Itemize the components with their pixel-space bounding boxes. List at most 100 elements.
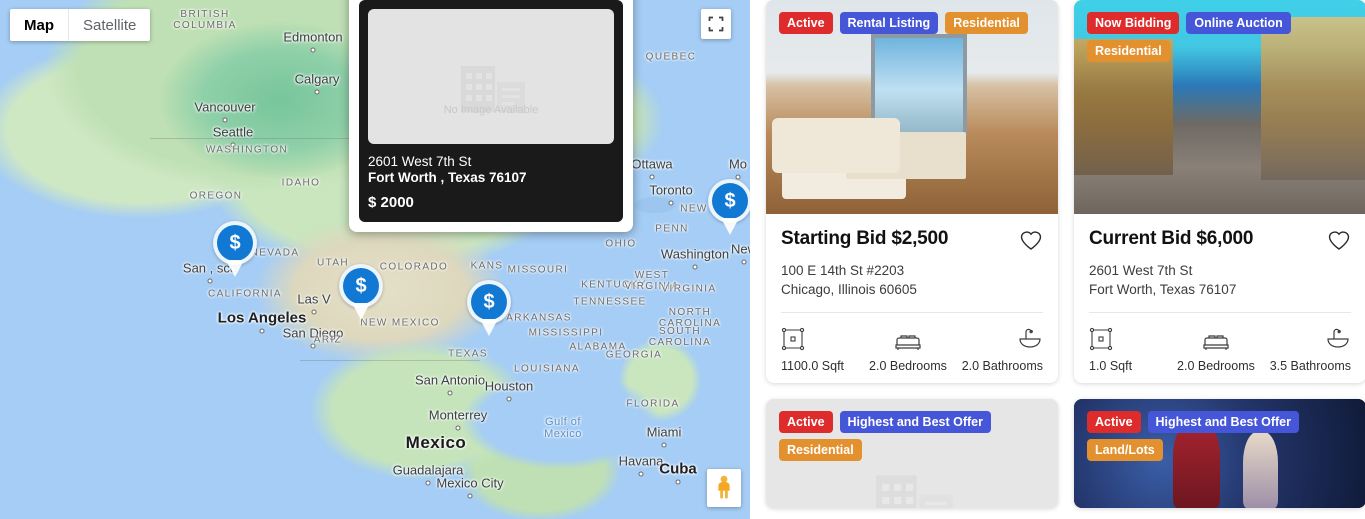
popup-close-icon[interactable] <box>603 0 625 2</box>
map-city-dot <box>506 396 512 402</box>
listing-badges: Active Highest and Best Offer Residential <box>779 411 1045 462</box>
listing-price: Starting Bid $2,500 <box>781 228 949 249</box>
listing-photo[interactable]: Now Bidding Online Auction Residential <box>1074 0 1365 214</box>
fullscreen-icon[interactable] <box>701 9 731 39</box>
listing-details: Starting Bid $2,500 100 E 14th St #2203 Ch… <box>766 214 1058 383</box>
listing-feature-label: 2.0 Bathrooms <box>961 359 1043 374</box>
heart-icon[interactable] <box>1019 229 1043 256</box>
map-city-dot <box>467 493 473 499</box>
map-price-marker-4[interactable]: $ <box>708 179 750 223</box>
map-city-dot <box>310 343 316 349</box>
listing-price-row: Starting Bid $2,500 <box>781 228 1043 256</box>
map-pane[interactable]: BRITISH COLUMBIA Edmonton Calgary Vancouver S… <box>0 0 750 519</box>
bath-icon <box>1017 325 1043 351</box>
map-city-dot <box>259 328 265 334</box>
listing-card[interactable]: Now Bidding Online Auction Residential Curr… <box>1074 0 1365 384</box>
listing-badges: Active Highest and Best Offer Land/Lots <box>1087 411 1353 462</box>
popup-price: $ 2000 <box>368 194 414 211</box>
listing-price: Current Bid $6,000 <box>1089 228 1254 249</box>
map-city-dot <box>207 278 213 284</box>
popup-no-image-text: No Image Available <box>443 104 539 116</box>
map-city-dot <box>455 425 461 431</box>
map-city-dot <box>447 390 453 396</box>
no-image-building-icon <box>857 465 967 509</box>
listing-features: 1.0 Sqft 2.0 Bedrooms 3.5 Bathrooms <box>1089 325 1351 373</box>
map-info-popup[interactable]: ACTIVE <box>349 0 633 232</box>
listing-card[interactable]: Active Highest and Best Offer Residential <box>766 399 1058 509</box>
map-city-dot <box>741 259 747 265</box>
popup-property-card: No Image Available 2601 West 7th St Fort… <box>359 0 623 222</box>
listing-badge: Active <box>1087 411 1141 434</box>
bath-icon <box>1325 325 1351 351</box>
map-price-marker-1[interactable]: $ <box>213 221 257 265</box>
area-icon <box>1089 325 1113 351</box>
listing-badge: Residential <box>945 12 1028 34</box>
map-city-dot <box>314 89 320 95</box>
listing-feature: 1.0 Sqft <box>1089 325 1170 373</box>
listing-grid: Active Rental Listing Residential Starting … <box>750 0 1365 509</box>
popup-address-line1: 2601 West 7th St <box>368 154 472 169</box>
heart-icon[interactable] <box>1327 229 1351 256</box>
listing-card[interactable]: Active Highest and Best Offer Land/Lots <box>1074 399 1365 509</box>
listings-map-page: BRITISH COLUMBIA Edmonton Calgary Vancouver S… <box>0 0 1365 519</box>
listings-pane: Active Rental Listing Residential Starting … <box>750 0 1365 519</box>
map-city-dot <box>735 174 741 180</box>
listing-feature: 2.0 Bathrooms <box>954 325 1043 373</box>
listing-divider <box>781 312 1043 314</box>
listing-address: 2601 West 7th St Fort Worth, Texas 76107 <box>1089 263 1237 297</box>
listing-details: Current Bid $6,000 2601 West 7th St Fort W… <box>1074 214 1365 383</box>
listing-photo[interactable]: Active Highest and Best Offer Land/Lots <box>1074 399 1365 509</box>
listing-badge: Land/Lots <box>1087 439 1163 462</box>
bed-icon <box>894 325 922 351</box>
map-type-map-button[interactable]: Map <box>10 9 69 41</box>
map-type-control[interactable]: Map Satellite <box>10 9 151 41</box>
map-city-dot <box>222 117 228 123</box>
map-city-dot <box>310 47 316 53</box>
listing-badge: Highest and Best Offer <box>1147 411 1299 434</box>
listing-feature: 2.0 Bedrooms <box>862 325 955 373</box>
bed-icon <box>1202 325 1230 351</box>
listing-badge: Active <box>779 12 833 34</box>
listing-feature-label: 1.0 Sqft <box>1089 359 1133 374</box>
popup-address-line2: Fort Worth , Texas 76107 <box>368 170 527 185</box>
listing-badge: Active <box>779 411 833 434</box>
map-price-marker-3[interactable]: $ <box>467 280 511 324</box>
map-city-dot <box>425 480 431 486</box>
listing-feature-label: 2.0 Bedrooms <box>869 359 947 374</box>
listing-feature-label: 3.5 Bathrooms <box>1269 359 1351 374</box>
listing-address: 100 E 14th St #2203 Chicago, Illinois 606… <box>781 263 917 297</box>
map-city-dot <box>311 309 317 315</box>
listing-badges: Active Rental Listing Residential <box>779 12 1045 34</box>
listing-card[interactable]: Active Rental Listing Residential Starting … <box>766 0 1058 384</box>
listing-feature: 3.5 Bathrooms <box>1262 325 1351 373</box>
listing-badge: Now Bidding <box>1087 12 1180 34</box>
street-view-pegman-icon[interactable] <box>707 469 741 507</box>
map-city-dot <box>649 174 655 180</box>
listing-photo[interactable]: Active Highest and Best Offer Residential <box>766 399 1058 509</box>
listing-badge: Residential <box>1087 40 1170 62</box>
map-city-dot <box>638 471 644 477</box>
listing-feature-label: 1100.0 Sqft <box>781 359 845 374</box>
area-icon <box>781 325 805 351</box>
map-price-marker-2[interactable]: $ <box>339 264 383 308</box>
listing-feature: 1100.0 Sqft <box>781 325 862 373</box>
listing-badge: Rental Listing <box>839 12 939 34</box>
listing-photo[interactable]: Active Rental Listing Residential <box>766 0 1058 214</box>
listing-badge: Highest and Best Offer <box>839 411 991 434</box>
listing-feature-label: 2.0 Bedrooms <box>1177 359 1255 374</box>
popup-image-placeholder: No Image Available <box>368 9 614 144</box>
listing-divider <box>1089 312 1351 314</box>
listing-badge: Residential <box>779 439 862 462</box>
map-border-us-mexico <box>300 360 480 361</box>
map-city-dot <box>668 200 674 206</box>
listing-badges: Now Bidding Online Auction Residential <box>1087 12 1353 62</box>
map-city-dot <box>661 442 667 448</box>
listing-badge: Online Auction <box>1186 12 1291 34</box>
listing-price-row: Current Bid $6,000 <box>1089 228 1351 256</box>
map-city-dot <box>230 142 236 148</box>
listing-features: 1100.0 Sqft 2.0 Bedrooms 2.0 Bathrooms <box>781 325 1043 373</box>
listing-feature: 2.0 Bedrooms <box>1170 325 1263 373</box>
map-water-gulf-of-mexico <box>430 355 690 485</box>
map-type-satellite-button[interactable]: Satellite <box>69 9 150 41</box>
map-city-dot <box>692 264 698 270</box>
